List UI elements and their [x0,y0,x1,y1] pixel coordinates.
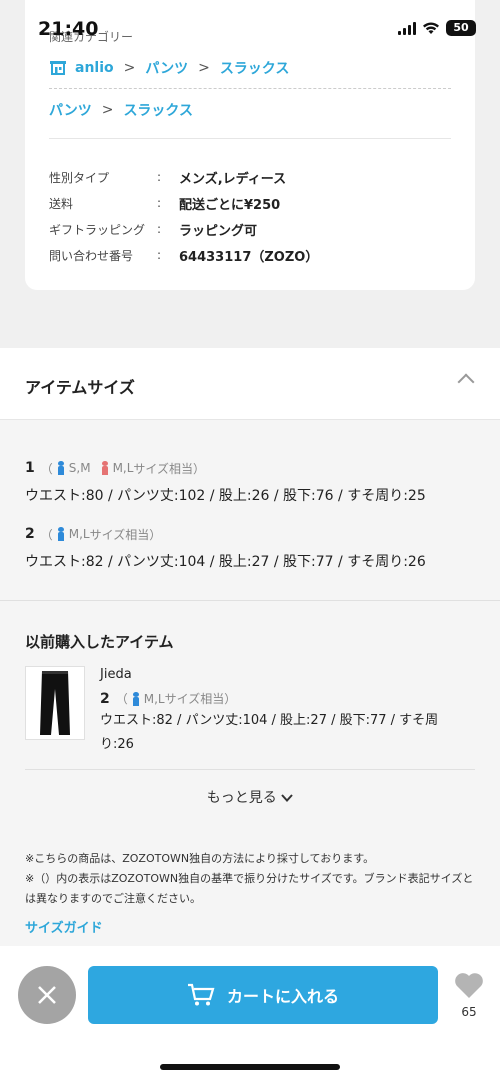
male-size-label: S,M [68,461,91,475]
paren-open: （ [40,527,53,542]
item-size-title: アイテムサイズ [25,378,135,397]
spec-value: ラッピング可 [179,223,258,239]
spec-row: ギフトラッピング : ラッピング可 [49,216,451,242]
spec-key: 問い合わせ番号 [49,248,134,263]
size-number: 2 [100,690,110,707]
size-measurements: ウエスト:80 / パンツ丈:102 / 股上:26 / 股下:76 / すそ周… [25,488,426,504]
divider [49,138,451,139]
add-to-cart-button[interactable]: カートに入れる [88,966,438,1024]
signal-icon [398,21,416,35]
size-number: 1 [25,460,35,476]
category-breadcrumb: パンツ > スラックス [49,100,193,120]
note-line: ※（）内の表示はZOZOTOWN独自の基準で振り分けたサイズです。ブランド表記サ… [25,872,474,905]
spec-value: 64433117（ZOZO） [179,249,319,265]
chevron-up-icon[interactable] [457,373,475,391]
breadcrumb-separator: > [198,60,210,76]
category-slacks-link[interactable]: スラックス [123,100,193,120]
previous-item-brand: Jieda [100,667,132,682]
status-bar: 21:40 50 [0,0,500,44]
pants-image [40,671,70,735]
favorite-count: 65 [461,1005,477,1019]
close-button[interactable] [18,966,76,1024]
note-line: ※こちらの商品は、ZOZOTOWN独自の方法により採寸しております。 [25,852,375,865]
favorite-button[interactable]: 65 [452,972,486,1019]
spec-value: メンズ,レディース [179,171,287,187]
spec-row: 問い合わせ番号 : 64433117（ZOZO） [49,242,451,268]
size-measurements: ウエスト:82 / パンツ丈:104 / 股上:27 / 股下:77 / すそ周… [25,554,426,570]
male-size-label: M,L [68,527,90,541]
show-more-label: もっと見る [206,790,277,806]
spec-key: ギフトラッピング [49,222,146,237]
spec-colon: : [157,170,162,184]
female-icon [101,461,109,475]
breadcrumb-brand-link[interactable]: anlio [75,60,114,76]
close-icon [38,986,56,1004]
divider [25,769,475,770]
spec-colon: : [157,248,162,262]
wifi-icon [423,22,439,34]
item-size-header[interactable]: アイテムサイズ [0,348,500,420]
paren-open: （ [40,461,53,476]
breadcrumb-separator: > [123,60,136,76]
size-label-row: 2 （ M,L サイズ相当） [25,524,426,544]
previous-items-section: 以前購入したアイテム Jieda 2 （ M,L サイズ相当） ウエスト:82 … [0,600,500,946]
spec-colon: : [157,222,162,236]
previous-item-measurements: ウエスト:82 / パンツ丈:104 / 股上:27 / 股下:77 / すそ周… [100,713,439,752]
spec-row: 性別タイプ : メンズ,レディース [49,164,451,190]
spec-row: 送料 : 配送ごとに¥250 [49,190,451,216]
heart-icon [455,973,483,998]
male-icon [57,461,65,475]
item-size-list: 1 （ S,M M,L サイズ相当） ウエスト:80 / パンツ丈:102 / … [0,420,500,600]
spec-colon: : [157,196,162,210]
size-entry: 2 （ M,L サイズ相当） ウエスト:82 / パンツ丈:104 / 股上:2… [25,524,426,571]
chevron-down-icon [281,794,293,802]
brand-breadcrumb: anlio > パンツ > スラックス [49,58,289,78]
size-suffix: サイズ相当） [89,527,162,542]
male-icon [57,527,65,541]
status-icons: 50 [398,20,476,36]
show-more-button[interactable]: もっと見る [0,787,500,807]
paren-open: （ [115,692,128,706]
home-indicator [160,1064,340,1070]
size-suffix: サイズ相当） [133,461,206,476]
divider [49,88,451,89]
spec-value: 配送ごとに¥250 [179,197,281,213]
size-number: 2 [25,526,35,542]
size-label-row: 1 （ S,M M,L サイズ相当） [25,458,426,478]
size-guide-link[interactable]: サイズガイド [25,917,103,936]
spec-key: 送料 [49,196,74,211]
bottom-action-bar: カートに入れる 65 [0,946,500,1080]
breadcrumb-pants-link[interactable]: パンツ [145,58,188,78]
breadcrumb-slacks-link[interactable]: スラックス [220,58,290,78]
size-entry: 1 （ S,M M,L サイズ相当） ウエスト:80 / パンツ丈:102 / … [25,458,426,505]
shop-icon [50,61,66,75]
female-size-label: M,L [112,461,134,475]
previous-items-title: 以前購入したアイテム [25,633,174,651]
previous-item-info[interactable]: Jieda 2 （ M,L サイズ相当） ウエスト:82 / パンツ丈:104 … [100,667,460,757]
breadcrumb-separator: > [101,102,114,118]
spec-table: 性別タイプ : メンズ,レディース 送料 : 配送ごとに¥250 ギフトラッピン… [49,164,451,268]
battery-icon: 50 [446,20,476,36]
cart-icon [187,983,215,1006]
previous-item-size-row: 2 （ M,L サイズ相当） [100,690,460,707]
category-pants-link[interactable]: パンツ [49,100,92,120]
add-to-cart-label: カートに入れる [226,987,339,1006]
size-notes: ※こちらの商品は、ZOZOTOWN独自の方法により採寸しております。 ※（）内の… [25,849,475,909]
male-icon [132,691,140,706]
male-size-label: M,L [143,691,165,706]
spec-key: 性別タイプ [49,170,110,185]
product-thumbnail[interactable] [25,666,85,740]
size-suffix: サイズ相当） [164,692,237,706]
status-time: 21:40 [38,18,99,40]
